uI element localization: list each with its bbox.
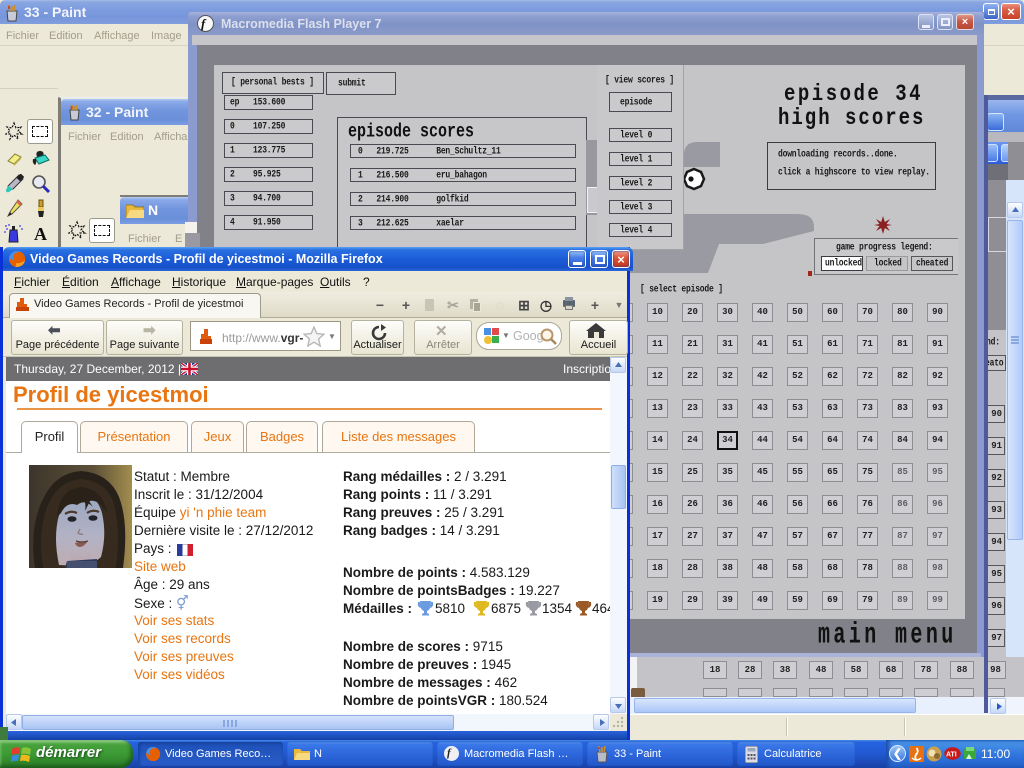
svg-text:ATI: ATI <box>946 752 957 759</box>
